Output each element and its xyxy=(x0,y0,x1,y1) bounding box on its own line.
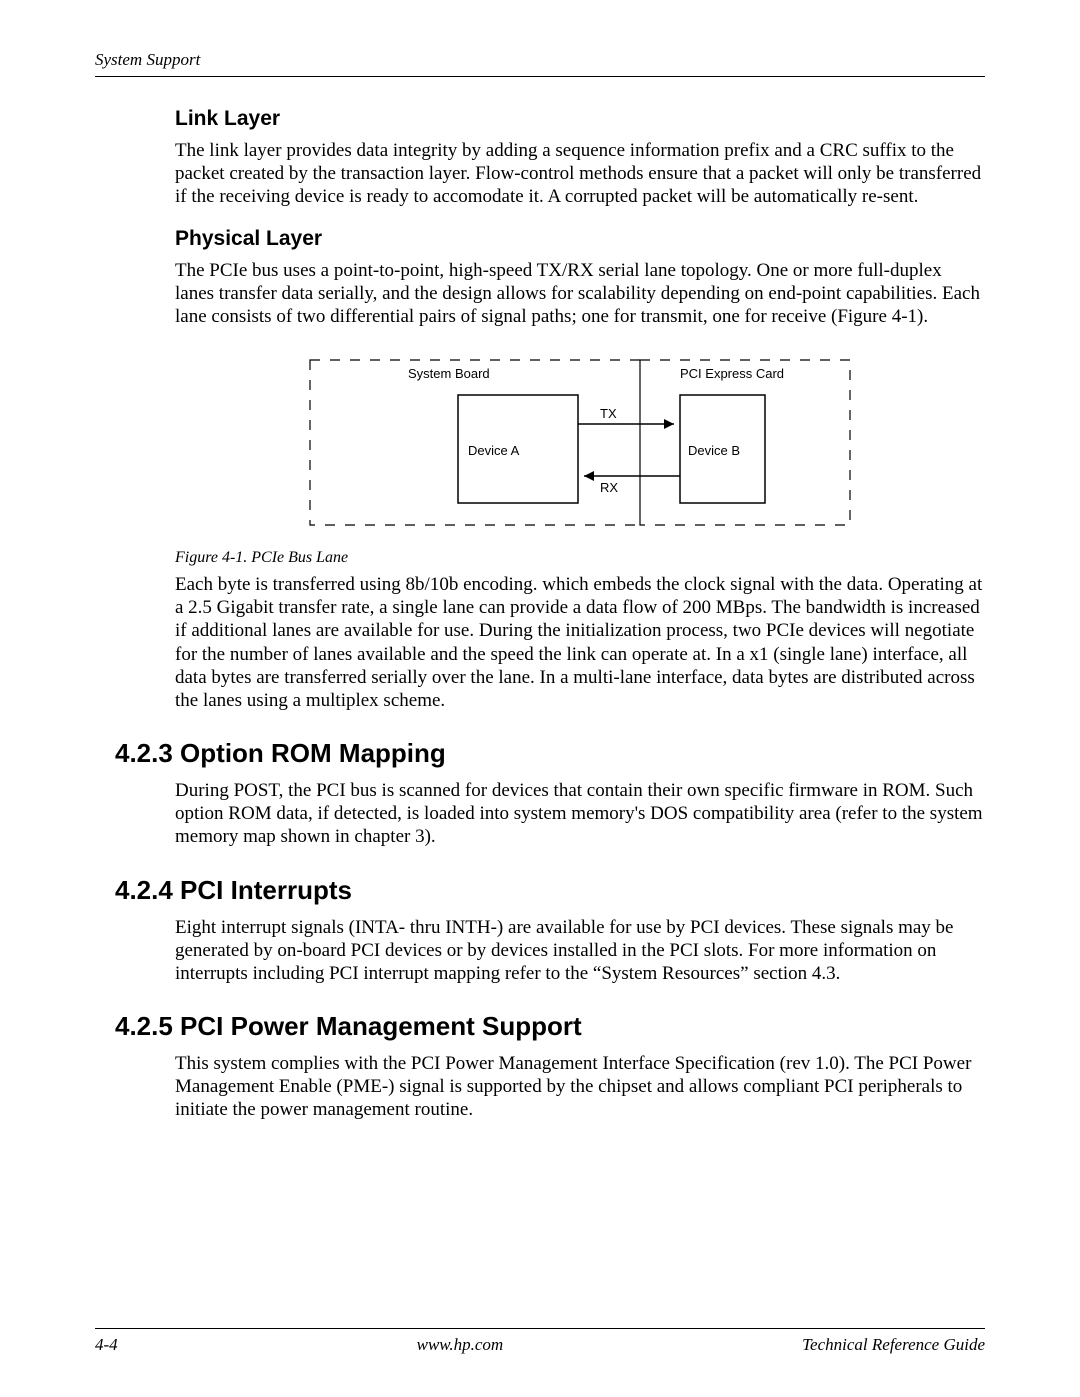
text-pci-power: This system complies with the PCI Power … xyxy=(175,1052,985,1122)
heading-pci-power: 4.2.5 PCI Power Management Support xyxy=(115,1011,985,1042)
footer-doc-title: Technical Reference Guide xyxy=(802,1335,985,1355)
diagram-rx-label: RX xyxy=(600,480,618,495)
diagram-tx-label: TX xyxy=(600,406,617,421)
heading-pci-interrupts: 4.2.4 PCI Interrupts xyxy=(115,875,985,906)
page-footer: 4-4 www.hp.com Technical Reference Guide xyxy=(95,1328,985,1355)
diagram-system-board-label: System Board xyxy=(408,366,490,381)
diagram-device-b-label: Device B xyxy=(688,443,740,458)
footer-page-number: 4-4 xyxy=(95,1335,118,1355)
header-divider xyxy=(95,76,985,77)
heading-physical-layer: Physical Layer xyxy=(175,227,985,251)
document-page: System Support Link Layer The link layer… xyxy=(0,0,1080,1397)
pcie-bus-lane-diagram: System Board PCI Express Card Device A D… xyxy=(175,350,985,535)
text-link-layer: The link layer provides data integrity b… xyxy=(175,139,985,209)
text-pci-interrupts: Eight interrupt signals (INTA- thru INTH… xyxy=(175,916,985,986)
text-physical-intro: The PCIe bus uses a point-to-point, high… xyxy=(175,259,985,329)
running-header: System Support xyxy=(95,50,985,70)
diagram-device-a-label: Device A xyxy=(468,443,520,458)
page-body: Link Layer The link layer provides data … xyxy=(95,107,985,1122)
diagram-pci-express-card-label: PCI Express Card xyxy=(680,366,784,381)
footer-url: www.hp.com xyxy=(417,1335,504,1355)
figure-caption: Figure 4-1. PCIe Bus Lane xyxy=(175,549,985,567)
footer-divider xyxy=(95,1328,985,1329)
text-option-rom: During POST, the PCI bus is scanned for … xyxy=(175,779,985,849)
heading-option-rom: 4.2.3 Option ROM Mapping xyxy=(115,738,985,769)
heading-link-layer: Link Layer xyxy=(175,107,985,131)
text-physical-detail: Each byte is transferred using 8b/10b en… xyxy=(175,573,985,712)
